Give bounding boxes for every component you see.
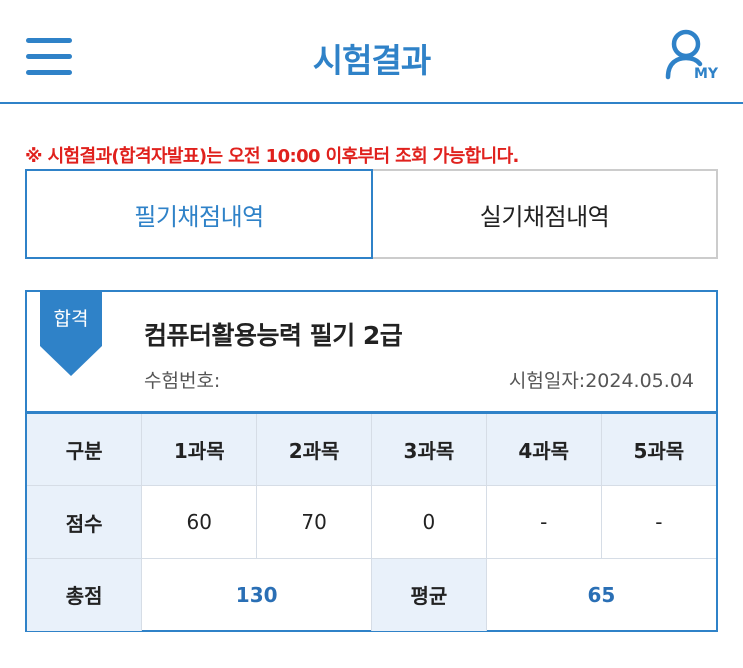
- score-row: 점수 60 70 0 - -: [27, 485, 716, 559]
- average-label: 평균: [371, 558, 487, 631]
- exam-date-label: 시험일자:: [508, 370, 586, 392]
- average-value: 65: [587, 582, 616, 607]
- pass-badge: 합격: [40, 290, 102, 376]
- ribbon-shape: [40, 290, 102, 376]
- my-label: MY: [694, 66, 719, 82]
- exam-date: 시험일자:2024.05.04: [509, 366, 694, 393]
- score-cell: 0: [371, 485, 487, 559]
- tab-practical-scores[interactable]: 실기채점내역: [371, 169, 718, 259]
- notice-mark: ※: [25, 146, 48, 167]
- table-header-row: 구분 1과목 2과목 3과목 4과목 5과목: [27, 412, 716, 486]
- pass-badge-label: 합격: [53, 308, 89, 330]
- total-label: 총점: [27, 558, 143, 631]
- score-cell: 70: [256, 485, 372, 559]
- header-cell: 1과목: [141, 412, 258, 486]
- tab-written-scores[interactable]: 필기채점내역: [25, 169, 373, 259]
- score-cell: 60: [141, 485, 258, 559]
- score-row-label: 점수: [27, 485, 143, 559]
- header-cell: 3과목: [371, 412, 487, 486]
- header-cell: 구분: [27, 412, 143, 486]
- header-cell: 4과목: [486, 412, 602, 486]
- app-header: 시험결과 MY: [0, 0, 743, 104]
- exam-date-value: 2024.05.04: [585, 370, 694, 392]
- score-cell: -: [601, 485, 716, 559]
- my-page-button[interactable]: MY: [664, 28, 724, 86]
- page-title: 시험결과: [312, 41, 431, 80]
- exam-number-label: 수험번호:: [144, 370, 221, 392]
- score-cell: -: [486, 485, 602, 559]
- header-cell: 5과목: [601, 412, 716, 486]
- result-card: 합격 컴퓨터활용능력 필기 2급 수험번호: 시험일자:2024.05.04 구…: [25, 290, 718, 632]
- header-cell: 2과목: [256, 412, 372, 486]
- notice-message: 시험결과(합격자발표)는 오전 10:00 이후부터 조회 가능합니다.: [47, 146, 520, 167]
- notice-text: ※ 시험결과(합격자발표)는 오전 10:00 이후부터 조회 가능합니다.: [25, 142, 519, 168]
- result-tabs: 필기채점내역 실기채점내역: [25, 169, 718, 259]
- summary-row: 총점 130 평균 65: [27, 558, 716, 631]
- certificate-name: 컴퓨터활용능력 필기 2급: [144, 321, 403, 350]
- total-value: 130: [141, 558, 372, 631]
- score-table: 구분 1과목 2과목 3과목 4과목 5과목 점수 60 70 0 - - 총점…: [27, 411, 716, 631]
